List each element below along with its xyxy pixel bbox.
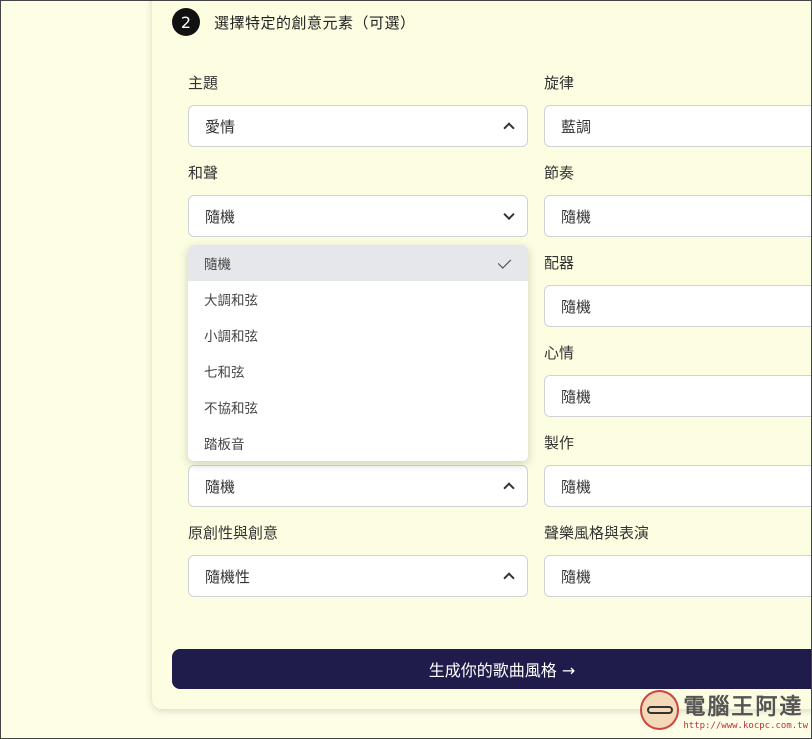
dropdown-option-label: 隨機 [204,257,231,273]
originality-select-value: 隨機性 [205,567,251,586]
dropdown-option-label: 大調和弦 [204,293,258,309]
dropdown-option[interactable]: 大調和弦 [188,281,528,317]
harmony-select-value: 隨機 [205,207,236,226]
step-number-badge: 2 [172,8,200,36]
mood-select[interactable]: 隨機 [544,375,812,417]
generate-song-style-button[interactable]: 生成你的歌曲風格 → [172,649,812,689]
dropdown-option-label: 七和弦 [204,365,245,381]
theme-label: 主題 [188,74,219,92]
vocal-style-label: 聲樂風格與表演 [544,524,650,542]
vocal-style-select[interactable]: 隨機 [544,555,812,597]
watermark-title: 電腦王阿達 [683,695,804,720]
production-select-value: 隨機 [561,477,592,496]
theme-select-value: 愛情 [205,117,236,136]
mascot-face-icon [640,690,680,730]
mood-label: 心情 [544,344,575,362]
harmony-select[interactable]: 隨機 [188,195,528,237]
dropdown-option[interactable]: 隨機 [188,245,528,281]
production-select[interactable]: 隨機 [544,465,812,507]
checkmark-icon [497,255,512,269]
dropdown-option[interactable]: 七和弦 [188,353,528,389]
chevron-down-icon [503,208,515,221]
rhythm-select[interactable]: 隨機 [544,195,812,237]
dropdown-option-label: 小調和弦 [204,329,258,345]
harmony-dropdown-menu: 隨機 大調和弦 小調和弦 七和弦 不協和弦 踏板音 [188,245,528,461]
originality-select[interactable]: 隨機性 [188,555,528,597]
orchestration-label: 配器 [544,254,575,272]
dropdown-option[interactable]: 小調和弦 [188,317,528,353]
step-header: 2 選擇特定的創意元素（可選） [172,8,416,36]
mood-select-value: 隨機 [561,387,592,406]
watermark-url: http://www.kocpc.com.tw [683,721,808,731]
orchestration-select-value: 隨機 [561,297,592,316]
production-label: 製作 [544,434,575,452]
left-select-row5[interactable]: 隨機 [188,465,528,507]
rhythm-label: 節奏 [544,164,575,182]
orchestration-select[interactable]: 隨機 [544,285,812,327]
harmony-label: 和聲 [188,164,219,182]
melody-select-value: 藍調 [561,117,592,136]
theme-select[interactable]: 愛情 [188,105,528,147]
chevron-up-icon [503,572,515,584]
melody-label: 旋律 [544,74,575,92]
chevron-up-icon [503,482,515,494]
dropdown-option[interactable]: 不協和弦 [188,389,528,425]
vocal-style-select-value: 隨機 [561,567,592,586]
dropdown-option[interactable]: 踏板音 [188,425,528,461]
step-title: 選擇特定的創意元素（可選） [214,13,416,32]
left-select-row5-value: 隨機 [205,477,236,496]
dropdown-option-label: 不協和弦 [204,401,258,417]
dropdown-option-label: 踏板音 [204,437,245,453]
watermark-logo: 電腦王阿達 http://www.kocpc.com.tw [640,686,808,734]
melody-select[interactable]: 藍調 [544,105,812,147]
chevron-up-icon [503,122,515,134]
originality-label: 原創性與創意 [188,524,279,542]
rhythm-select-value: 隨機 [561,207,592,226]
